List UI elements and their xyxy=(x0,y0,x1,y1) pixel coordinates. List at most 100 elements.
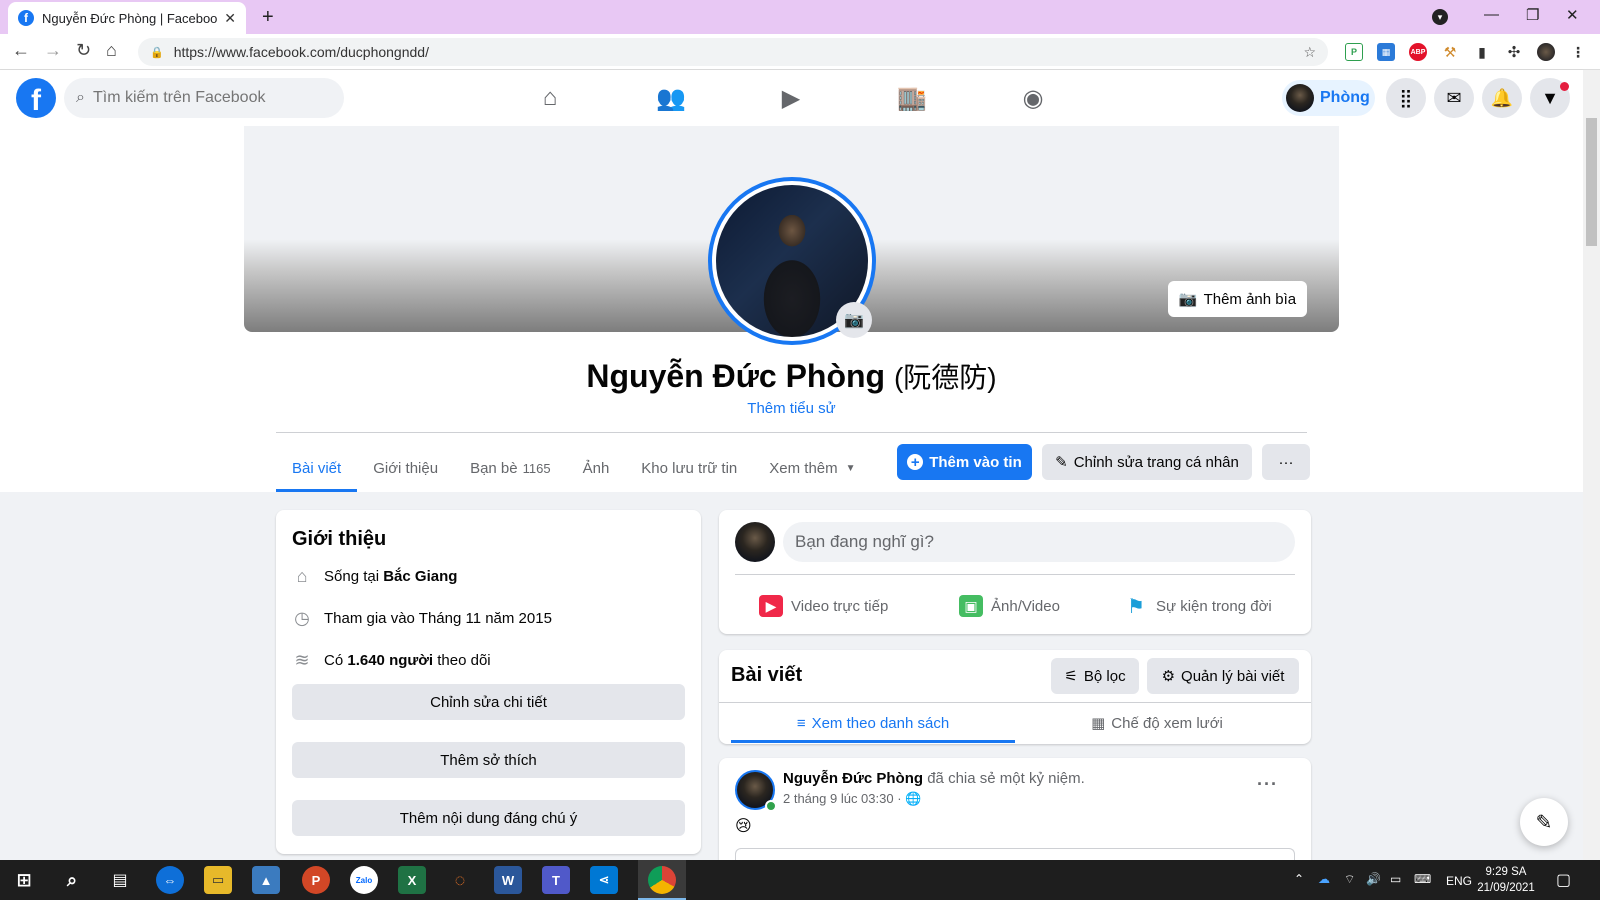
forward-icon[interactable]: → xyxy=(44,40,62,61)
extension-translate-icon[interactable]: ▦ xyxy=(1377,43,1395,61)
teams-icon[interactable]: T xyxy=(542,866,570,894)
chrome-menu-icon[interactable]: ⋮ xyxy=(1569,43,1587,61)
add-to-story-button[interactable]: + Thêm vào tin xyxy=(897,444,1032,480)
address-bar[interactable]: 🔒 https://www.facebook.com/ducphongndd/ … xyxy=(138,38,1328,66)
intro-lives-in: ⌂ Sống tại Bắc Giang xyxy=(292,566,458,586)
followers-count[interactable]: 1.640 người xyxy=(347,652,433,669)
back-icon[interactable]: ← xyxy=(12,40,30,61)
edit-profile-button[interactable]: ✎ Chỉnh sửa trang cá nhân xyxy=(1042,444,1252,480)
edit-profile-label: Chỉnh sửa trang cá nhân xyxy=(1073,453,1239,471)
extensions-puzzle-icon[interactable]: ✣ xyxy=(1505,43,1523,61)
whats-on-your-mind-input[interactable]: Bạn đang nghĩ gì? xyxy=(783,522,1295,562)
post-timestamp[interactable]: 2 tháng 9 lúc 03:30 · 🌐 xyxy=(783,791,921,807)
tab-photos[interactable]: Ảnh xyxy=(567,444,626,492)
new-tab-button[interactable]: + xyxy=(262,6,274,29)
chrome-icon[interactable] xyxy=(648,866,676,894)
post-options-icon[interactable]: ··· xyxy=(1257,774,1278,795)
adblock-icon[interactable]: ABP xyxy=(1409,43,1427,61)
facebook-logo-icon[interactable]: f xyxy=(16,78,56,118)
extension-book-icon[interactable]: ▮ xyxy=(1473,43,1491,61)
manage-posts-button[interactable]: ⚙ Quản lý bài viết xyxy=(1147,658,1299,694)
add-cover-photo-button[interactable]: 📷 Thêm ảnh bìa xyxy=(1168,281,1307,317)
friends-count: 1165 xyxy=(522,460,551,476)
windows-start-icon[interactable]: ⊞ xyxy=(10,866,38,894)
tab-friends[interactable]: Bạn bè 1165 xyxy=(454,444,567,492)
menu-grid-icon[interactable]: ⣿ xyxy=(1386,78,1426,118)
add-featured-button[interactable]: Thêm nội dung đáng chú ý xyxy=(292,800,685,836)
teamviewer-icon[interactable]: ⇔ xyxy=(156,866,184,894)
profile-menu-icon[interactable]: ▾ xyxy=(1432,9,1448,25)
search-box[interactable]: ⌕ xyxy=(64,78,344,118)
restore-icon[interactable]: ❐ xyxy=(1526,6,1539,24)
tab-label: Bạn bè xyxy=(470,459,518,477)
profile-chip[interactable]: Phòng xyxy=(1282,80,1375,116)
lives-prefix: Sống tại xyxy=(324,567,380,585)
keyboard-icon[interactable]: ⌨ xyxy=(1414,872,1431,886)
add-hobbies-button[interactable]: Thêm sở thích xyxy=(292,742,685,778)
zalo-icon[interactable]: Zalo xyxy=(350,866,378,894)
messenger-icon[interactable]: ✉ xyxy=(1434,78,1474,118)
search-icon[interactable]: ⌕ xyxy=(58,866,86,894)
home-icon[interactable]: ⌂ xyxy=(106,40,117,61)
list-view-tab[interactable]: ≡ Xem theo danh sách xyxy=(731,703,1015,743)
tab-posts[interactable]: Bài viết xyxy=(276,444,358,492)
new-message-icon[interactable]: ✎ xyxy=(1520,798,1568,846)
gear-icon: ⚙ xyxy=(1161,668,1176,685)
online-status-dot xyxy=(765,800,777,812)
more-options-button[interactable]: ··· xyxy=(1262,444,1310,480)
tab-close-icon[interactable]: ✕ xyxy=(224,10,236,27)
extension-p-icon[interactable]: P xyxy=(1345,43,1363,61)
notifications-icon[interactable]: 🔔 xyxy=(1482,78,1522,118)
tab-more[interactable]: Xem thêm ▼ xyxy=(753,444,871,492)
post-time-text: 2 tháng 9 lúc 03:30 · xyxy=(783,791,902,806)
friends-nav-icon[interactable]: 👥 xyxy=(656,84,686,112)
onedrive-icon[interactable]: ☁ xyxy=(1318,872,1330,886)
scrollbar-thumb[interactable] xyxy=(1586,118,1597,246)
watch-nav-icon[interactable]: ▶ xyxy=(776,84,806,112)
file-explorer-icon[interactable]: ▭ xyxy=(204,866,232,894)
volume-icon[interactable]: 🔊 xyxy=(1366,872,1381,886)
chrome-profile-avatar[interactable] xyxy=(1537,43,1555,61)
jupyter-icon[interactable]: ◌ xyxy=(446,866,474,894)
avatar[interactable] xyxy=(735,522,775,562)
excel-icon[interactable]: X xyxy=(398,866,426,894)
add-bio-link[interactable]: Thêm tiểu sử xyxy=(0,400,1583,417)
intro-followers: ≋ Có 1.640 người theo dõi xyxy=(292,649,490,670)
lock-icon: 🔒 xyxy=(150,46,164,59)
photos-icon[interactable]: ▲ xyxy=(252,866,280,894)
rss-icon: ≋ xyxy=(294,649,310,670)
powerpoint-icon[interactable]: P xyxy=(302,866,330,894)
battery-icon[interactable]: ▭ xyxy=(1390,872,1401,886)
marketplace-nav-icon[interactable]: 🏬 xyxy=(897,84,927,112)
live-video-button[interactable]: ▶ Video trực tiếp xyxy=(759,586,888,626)
post-author[interactable]: Nguyễn Đức Phòng xyxy=(783,770,923,787)
life-event-button[interactable]: ⚑ Sự kiện trong đời xyxy=(1124,586,1272,626)
bookmark-star-icon[interactable]: ☆ xyxy=(1303,44,1316,61)
filter-button[interactable]: ⚟ Bộ lọc xyxy=(1051,658,1139,694)
update-profile-picture-icon[interactable]: 📷 xyxy=(836,302,872,338)
extension-hammer-icon[interactable]: ⚒ xyxy=(1441,43,1459,61)
taskbar-clock[interactable]: 9:29 SA 21/09/2021 xyxy=(1466,864,1546,896)
tab-story-archive[interactable]: Kho lưu trữ tin xyxy=(625,444,753,492)
grid-view-tab[interactable]: ▦ Chế độ xem lưới xyxy=(1015,703,1299,743)
search-input[interactable] xyxy=(92,89,313,107)
home-nav-icon[interactable]: ⌂ xyxy=(535,84,565,112)
task-view-icon[interactable]: ▤ xyxy=(106,866,134,894)
browser-tab-strip: f Nguyễn Đức Phòng | Facebook ✕ + ▾ — ❐ … xyxy=(0,0,1600,34)
lives-place[interactable]: Bắc Giang xyxy=(383,568,457,585)
browser-tab[interactable]: f Nguyễn Đức Phòng | Facebook ✕ xyxy=(8,2,246,34)
reload-icon[interactable]: ↻ xyxy=(76,40,91,61)
minimize-icon[interactable]: — xyxy=(1484,6,1499,23)
tray-chevron-icon[interactable]: ⌃ xyxy=(1294,872,1304,886)
profile-chip-name: Phòng xyxy=(1320,89,1370,106)
video-camera-icon: ▶ xyxy=(759,595,783,617)
wifi-icon[interactable]: ⌔ xyxy=(1344,872,1355,887)
window-close-icon[interactable]: ✕ xyxy=(1566,6,1579,24)
vscode-icon[interactable]: ⋖ xyxy=(590,866,618,894)
groups-nav-icon[interactable]: ◉ xyxy=(1018,84,1048,112)
tab-about[interactable]: Giới thiệu xyxy=(357,444,454,492)
photo-video-button[interactable]: ▣ Ảnh/Video xyxy=(959,586,1060,626)
edit-details-button[interactable]: Chỉnh sửa chi tiết xyxy=(292,684,685,720)
action-center-icon[interactable]: ▢ xyxy=(1556,870,1571,890)
word-icon[interactable]: W xyxy=(494,866,522,894)
